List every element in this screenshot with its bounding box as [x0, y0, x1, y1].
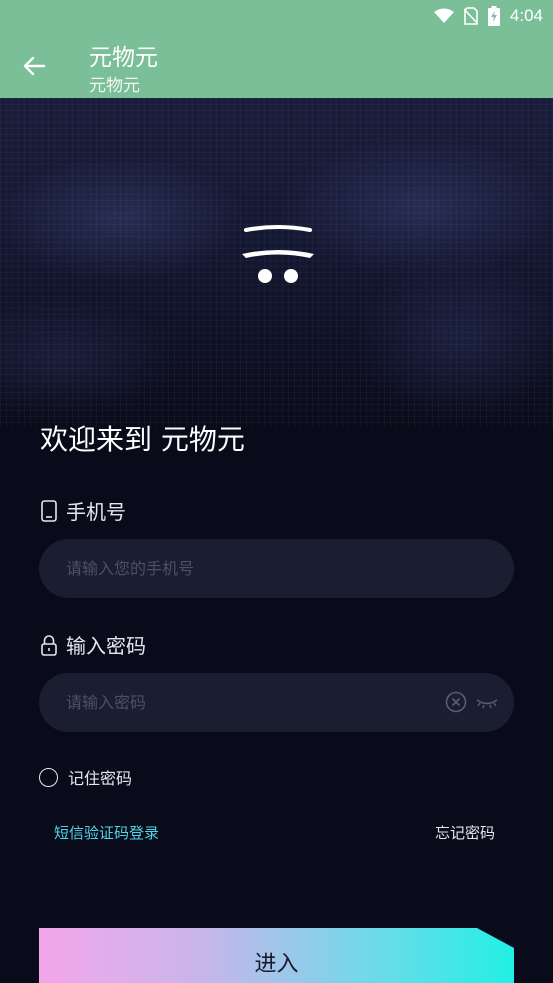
remember-radio[interactable]: [39, 767, 58, 787]
app-title: 元物元: [89, 45, 158, 71]
sms-login-link[interactable]: 短信验证码登录: [54, 822, 159, 843]
arrow-left-icon: [23, 56, 45, 76]
phone-label: 手机号: [40, 496, 126, 525]
password-input-container: [39, 673, 514, 732]
sim-no-signal-icon: [463, 7, 478, 25]
lock-icon: [41, 634, 57, 656]
clear-circle-icon[interactable]: [445, 691, 467, 713]
wifi-icon: [433, 8, 454, 24]
status-bar: 4:04: [0, 0, 553, 32]
back-button[interactable]: [18, 50, 50, 82]
app-bar: 元物元 元物元: [0, 32, 553, 98]
status-time: 4:04: [509, 6, 543, 25]
app-logo-icon: [242, 225, 314, 283]
eye-closed-icon[interactable]: [475, 695, 499, 711]
app-subtitle: 元物元: [89, 76, 140, 96]
enter-button[interactable]: 进入: [39, 928, 514, 983]
battery-charging-icon: [487, 6, 500, 26]
welcome-heading: 欢迎来到 元物元: [40, 423, 245, 456]
phone-label-text: 手机号: [66, 500, 126, 524]
phone-input-container: [39, 539, 514, 598]
phone-input[interactable]: [66, 559, 446, 578]
password-label: 输入密码: [40, 630, 146, 659]
password-label-text: 输入密码: [66, 634, 146, 658]
remember-label: 记住密码: [68, 769, 133, 788]
mobile-phone-icon: [41, 499, 57, 522]
remember-password-checkbox[interactable]: 记住密码: [39, 765, 132, 789]
password-input[interactable]: [66, 693, 446, 712]
forgot-password-link[interactable]: 忘记密码: [435, 822, 495, 843]
enter-button-label: 进入: [254, 952, 299, 977]
